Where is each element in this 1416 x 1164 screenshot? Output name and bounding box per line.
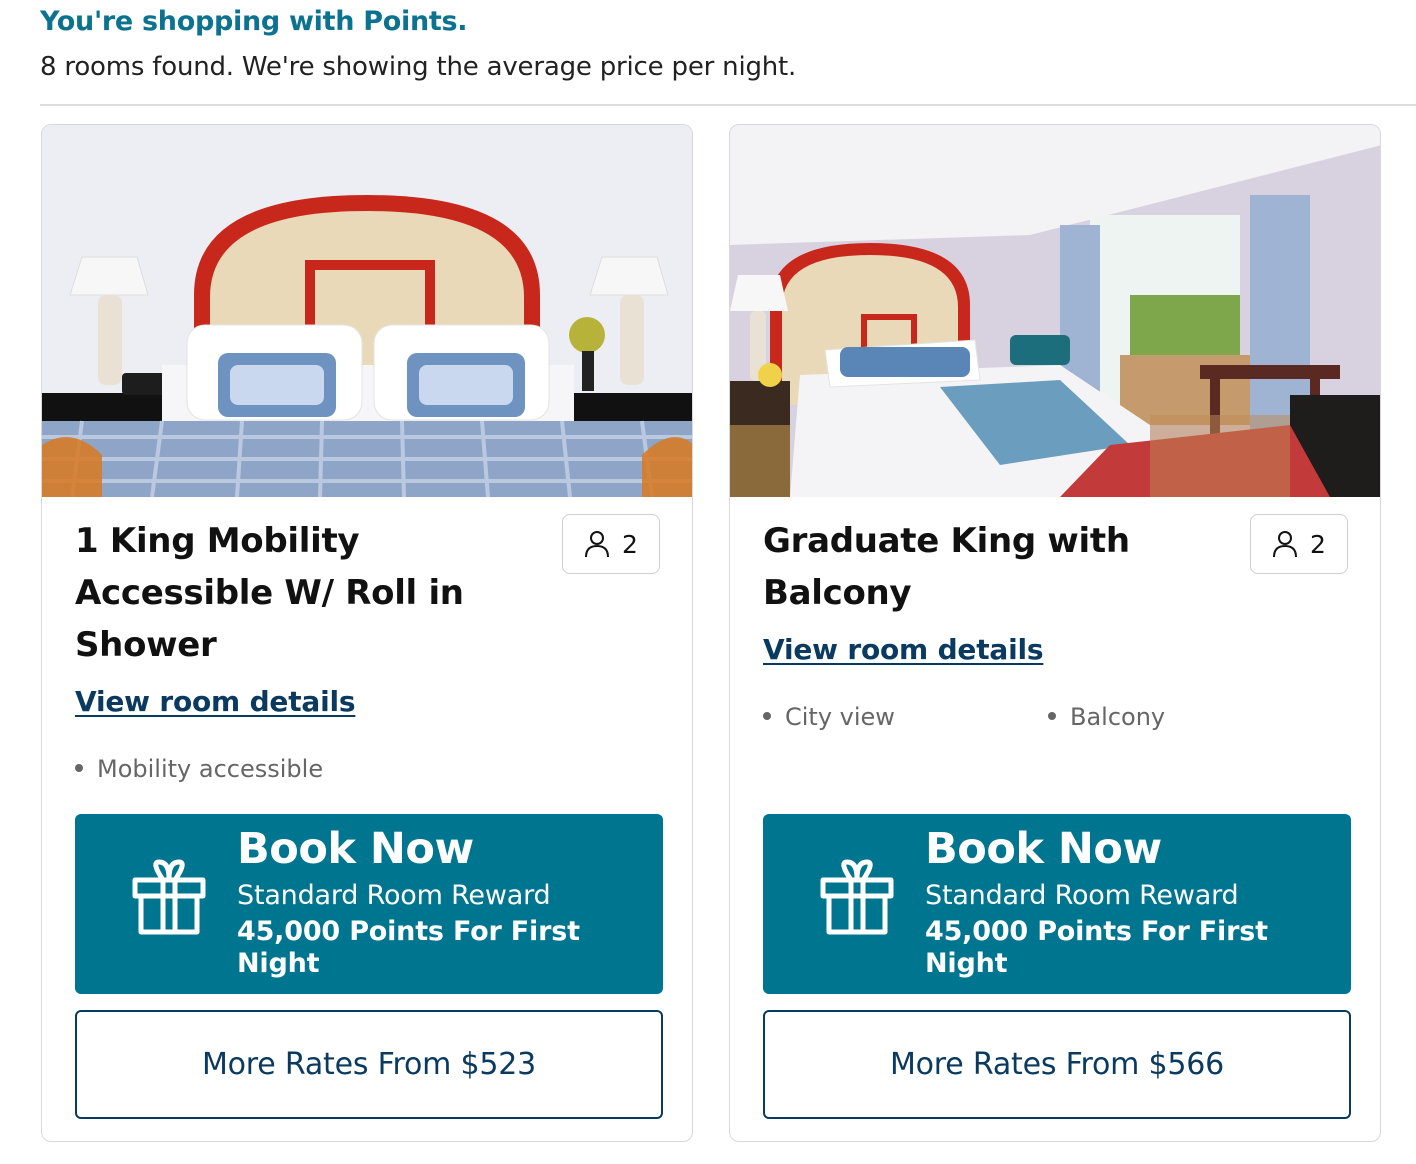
book-now-label: Book Now bbox=[925, 824, 1162, 874]
amenity-label: City view bbox=[785, 703, 895, 731]
bullet-dot bbox=[75, 764, 83, 772]
reward-points: 45,000 Points For First Night bbox=[925, 916, 1268, 979]
view-room-details-link[interactable]: View room details bbox=[75, 685, 356, 718]
room-photo[interactable] bbox=[730, 125, 1380, 497]
room-card: Graduate King with Balcony 2 View room d… bbox=[729, 124, 1381, 1142]
book-now-label: Book Now bbox=[237, 824, 474, 874]
person-icon bbox=[585, 531, 610, 558]
room-title: Graduate King with Balcony bbox=[763, 521, 1130, 613]
view-room-details-link[interactable]: View room details bbox=[763, 633, 1044, 666]
amenity-item: City view bbox=[763, 703, 895, 731]
amenity-item: Mobility accessible bbox=[75, 755, 323, 783]
occupancy-count: 2 bbox=[1310, 529, 1326, 559]
room-photo[interactable] bbox=[42, 125, 692, 497]
gift-icon bbox=[820, 859, 894, 935]
occupancy-badge: 2 bbox=[1250, 514, 1348, 574]
reward-type: Standard Room Reward bbox=[237, 880, 551, 911]
more-rates-button[interactable]: More Rates From $566 bbox=[763, 1010, 1351, 1119]
points-shopping-notice: You're shopping with Points. bbox=[40, 6, 468, 37]
person-icon bbox=[1273, 531, 1298, 558]
reward-type: Standard Room Reward bbox=[925, 880, 1239, 911]
occupancy-count: 2 bbox=[622, 529, 638, 559]
bullet-dot bbox=[763, 712, 771, 720]
bullet-dot bbox=[1048, 712, 1056, 720]
occupancy-badge: 2 bbox=[562, 514, 660, 574]
book-now-button[interactable]: Book Now Standard Room Reward 45,000 Poi… bbox=[75, 814, 663, 994]
room-card: 1 King Mobility Accessible W/ Roll in Sh… bbox=[41, 124, 693, 1142]
reward-points: 45,000 Points For First Night bbox=[237, 916, 580, 979]
amenity-label: Balcony bbox=[1070, 703, 1166, 731]
header-divider bbox=[40, 104, 1416, 106]
rooms-found-summary: 8 rooms found. We're showing the average… bbox=[40, 52, 797, 82]
more-rates-button[interactable]: More Rates From $523 bbox=[75, 1010, 663, 1119]
gift-icon bbox=[132, 859, 206, 935]
amenity-item: Balcony bbox=[1048, 703, 1165, 731]
amenity-label: Mobility accessible bbox=[97, 755, 324, 783]
book-now-button[interactable]: Book Now Standard Room Reward 45,000 Poi… bbox=[763, 814, 1351, 994]
room-title: 1 King Mobility Accessible W/ Roll in Sh… bbox=[75, 521, 464, 665]
